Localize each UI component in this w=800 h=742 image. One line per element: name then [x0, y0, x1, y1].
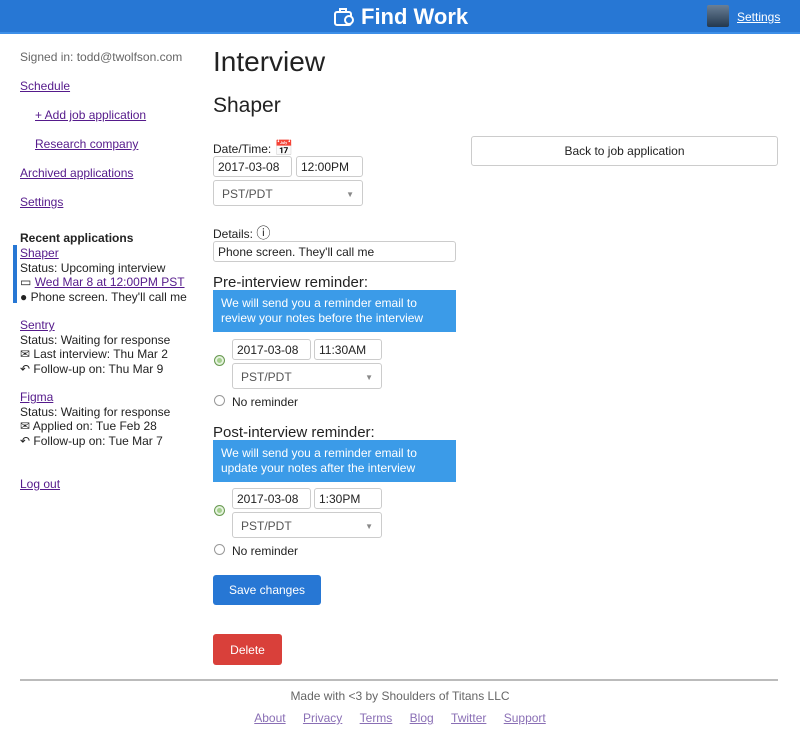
footer-credit: Made with <3 by Shoulders of Titans LLC	[290, 689, 510, 703]
delete-button[interactable]: Delete	[213, 634, 282, 665]
post-reminder-title: Post-interview reminder:	[213, 424, 375, 441]
details-label: Details: ⓘ	[213, 225, 271, 241]
pre-date-input[interactable]: 2017-03-08	[232, 339, 311, 360]
envelope-icon: ✉	[20, 419, 31, 433]
sidebar-add-job[interactable]: + Add job application	[35, 108, 146, 122]
recent-status: Status: Upcoming interview	[20, 261, 166, 275]
recent-line: Last interview: Thu Mar 2	[33, 347, 168, 361]
recent-details: Phone screen. They'll call me	[30, 290, 187, 304]
timezone-select[interactable]: PST/PDT ▼	[213, 180, 363, 206]
post-reminder-note: We will send you a reminder email to upd…	[213, 440, 456, 482]
info-icon: ⓘ	[256, 225, 271, 241]
pre-reminder-title: Pre-interview reminder:	[213, 274, 369, 291]
info-icon: ●	[20, 290, 28, 304]
footer-privacy[interactable]: Privacy	[303, 711, 342, 725]
post-reminder-radio[interactable]	[214, 505, 225, 516]
pre-reminder-note: We will send you a reminder email to rev…	[213, 290, 456, 332]
date-input[interactable]: 2017-03-08	[213, 156, 292, 177]
footer-support[interactable]: Support	[504, 711, 546, 725]
recent-figma-link[interactable]: Figma	[20, 390, 53, 404]
sidebar-research[interactable]: Research company	[35, 137, 138, 151]
footer-divider	[20, 679, 778, 681]
recent-sentry-link[interactable]: Sentry	[20, 318, 55, 332]
datetime-label: Date/Time: 📅	[213, 140, 294, 157]
sidebar-archived[interactable]: Archived applications	[20, 166, 133, 180]
footer-twitter[interactable]: Twitter	[451, 711, 486, 725]
footer-terms[interactable]: Terms	[360, 711, 393, 725]
chevron-down-icon: ▼	[365, 522, 373, 531]
logout-link[interactable]: Log out	[20, 477, 60, 491]
pre-timezone-select[interactable]: PST/PDT ▼	[232, 363, 382, 389]
app-title: Find Work	[361, 4, 469, 29]
envelope-icon: ✉	[20, 347, 31, 361]
recent-line: Follow-up on: Tue Mar 7	[33, 434, 163, 448]
recent-line: Follow-up on: Thu Mar 9	[33, 362, 164, 376]
signed-in-text: Signed in: todd@twolfson.com	[20, 50, 183, 64]
briefcase-icon	[334, 8, 354, 26]
recent-shaper-link[interactable]: Shaper	[20, 246, 59, 260]
pre-time-input[interactable]: 11:30AM	[314, 339, 382, 360]
calendar-icon: 📅	[274, 140, 294, 157]
pre-no-reminder-radio[interactable]	[214, 395, 225, 406]
post-timezone-select[interactable]: PST/PDT ▼	[232, 512, 382, 538]
sidebar-settings[interactable]: Settings	[20, 195, 63, 209]
details-input[interactable]: Phone screen. They'll call me	[213, 241, 456, 262]
post-no-reminder-radio[interactable]	[214, 544, 225, 555]
footer-about[interactable]: About	[254, 711, 285, 725]
pre-reminder-radio[interactable]	[214, 355, 225, 366]
post-date-input[interactable]: 2017-03-08	[232, 488, 311, 509]
company-name: Shaper	[213, 94, 281, 117]
time-input[interactable]: 12:00PM	[296, 156, 363, 177]
reply-icon: ↶	[20, 434, 31, 448]
recent-status: Status: Waiting for response	[20, 333, 171, 347]
recent-interview-link[interactable]: Wed Mar 8 at 12:00PM PST	[35, 275, 185, 289]
chevron-down-icon: ▼	[346, 190, 354, 199]
chevron-down-icon: ▼	[365, 373, 373, 382]
brand-logo[interactable]: Find Work	[333, 4, 468, 30]
calendar-icon: ▭	[20, 275, 32, 289]
reply-icon: ↶	[20, 362, 31, 376]
page-title: Interview	[213, 46, 326, 77]
sidebar-schedule[interactable]: Schedule	[20, 79, 70, 93]
header-settings-link[interactable]: Settings	[737, 10, 780, 24]
post-time-input[interactable]: 1:30PM	[314, 488, 382, 509]
avatar[interactable]	[707, 5, 729, 27]
save-button[interactable]: Save changes	[213, 575, 321, 605]
active-indicator	[13, 245, 17, 303]
back-to-job-button[interactable]: Back to job application	[471, 136, 778, 166]
recent-status: Status: Waiting for response	[20, 405, 171, 419]
footer-blog[interactable]: Blog	[410, 711, 434, 725]
footer-links: About Privacy Terms Blog Twitter Support	[0, 711, 800, 725]
top-bar: Find Work Settings	[0, 0, 800, 34]
recent-title: Recent applications	[20, 231, 134, 245]
post-no-reminder-label[interactable]: No reminder	[232, 544, 298, 558]
recent-line: Applied on: Tue Feb 28	[32, 419, 157, 433]
pre-no-reminder-label[interactable]: No reminder	[232, 395, 298, 409]
